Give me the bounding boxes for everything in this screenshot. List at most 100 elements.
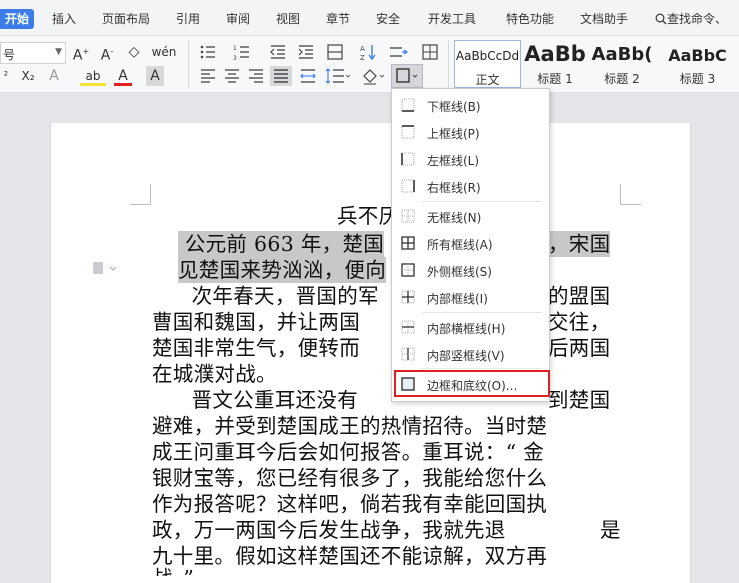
doc-line: 政，万一两国今后发生战争，我就先退 [152,518,506,542]
tab-review[interactable]: 审阅 [226,10,250,27]
menu-item-top-border[interactable]: 上框线(P) [392,119,549,145]
no-border-icon [400,208,416,224]
menu-item-inside-horizontal[interactable]: 内部横框线(H) [392,314,549,340]
superscript-icon[interactable]: ² [0,66,12,86]
tab-view[interactable]: 视图 [276,10,300,27]
menu-item-bottom-border[interactable]: 下框线(B) [392,92,549,118]
doc-line: 交往， [548,310,611,334]
doc-line: 成王问重耳今后会如何报答。重耳说：“ 金 [152,440,544,464]
menu-item-label: 内部横框线(H) [427,322,506,336]
menu-item-label: 内部竖框线(V) [427,349,505,363]
shading-fill-icon[interactable] [360,66,386,86]
increase-indent-icon[interactable] [296,42,316,62]
tab-developer[interactable]: 开发工具 [428,10,476,27]
menu-item-left-border[interactable]: 左框线(L) [392,146,549,172]
pinyin-guide-icon[interactable]: wén [150,42,178,62]
svg-text:1: 1 [233,45,237,52]
menu-item-label: 所有框线(A) [427,238,493,252]
style-name: 正文 [475,73,500,87]
left-border-icon [400,151,416,167]
font-color-icon[interactable]: A [114,66,132,86]
search-command[interactable]: 查找命令、 [655,10,727,28]
search-label: 查找命令、 [667,12,728,26]
sort-icon[interactable]: AZ [358,42,378,62]
text-direction-icon[interactable] [388,42,412,62]
margin-corner-mark [130,184,151,205]
svg-text:A: A [360,45,365,53]
font-size-select[interactable]: 号 ▼ [0,42,66,64]
doc-line: 的盟国 [548,284,611,308]
borders-button[interactable] [391,64,423,88]
tab-page-layout[interactable]: 页面布局 [102,10,150,27]
callout-highlight-box [394,370,550,397]
menu-item-no-border[interactable]: 无框线(N) [392,203,549,229]
menu-item-label: 下框线(B) [427,100,481,114]
menu-item-inside-vertical[interactable]: 内部竖框线(V) [392,341,549,367]
tab-references[interactable]: 引用 [176,10,200,27]
doc-line: 楚国非常生气，便转而 [152,336,360,360]
menu-bar: 开始 插入 页面布局 引用 审阅 视图 章节 安全 开发工具 特色功能 文档助手… [0,0,739,36]
menu-item-label: 外侧框线(S) [427,265,492,279]
align-center-icon[interactable] [222,66,242,86]
right-border-icon [400,178,416,194]
line-spacing-icon[interactable] [324,66,350,86]
inside-borders-icon [400,289,416,305]
style-heading-1[interactable]: AaBb 标题 1 [522,40,588,88]
style-heading-3[interactable]: AaBbC 标题 3 [656,40,739,88]
tab-insert[interactable]: 插入 [52,10,76,27]
menu-item-inside-borders[interactable]: 内部框线(I) [392,284,549,310]
style-sample: AaBb( [591,44,653,65]
grow-font-icon[interactable]: A+ [72,42,90,64]
distribute-icon[interactable] [298,66,318,86]
style-normal[interactable]: AaBbCcDd 正文 [454,40,521,88]
doc-line: 后两国 [548,336,611,360]
table-grid-icon[interactable] [420,42,440,62]
tab-chapter[interactable]: 章节 [326,10,350,27]
style-sample: AaBbC [668,46,727,65]
doc-line: ，宋国 [548,231,611,257]
tab-start[interactable]: 开始 [0,9,34,29]
menu-separator [422,312,542,313]
chinese-layout-icon[interactable] [325,42,345,62]
doc-line: 曹国和魏国，并让两国 [152,310,360,334]
style-heading-2[interactable]: AaBb( 标题 2 [588,40,656,88]
doc-line: 避难，并受到楚国成王的热情招待。当时楚 [152,414,548,438]
doc-line: 晋文公重耳还没有 [178,388,359,412]
inside-vertical-border-icon [400,346,416,362]
style-sample: AaBb [524,42,586,66]
menu-item-label: 右框线(R) [427,181,481,195]
ribbon-separator [188,40,189,88]
highlight-color-icon[interactable]: ab [80,66,106,86]
character-shading-icon[interactable]: A [146,66,164,86]
menu-separator [422,368,542,369]
menu-item-label: 内部框线(I) [427,292,488,306]
subscript-icon[interactable]: X₂ [18,66,38,86]
menu-item-right-border[interactable]: 右框线(R) [392,173,549,199]
text-effect-icon[interactable]: A [46,66,62,86]
numbered-list-icon[interactable]: 13 [232,42,252,62]
align-left-icon[interactable] [198,66,218,86]
tab-security[interactable]: 安全 [376,10,400,27]
menu-item-all-borders[interactable]: 所有框线(A) [392,230,549,256]
styles-gallery: AaBbCcDd 正文 AaBb 标题 1 AaBb( 标题 2 AaBbC 标… [452,40,739,90]
doc-line: 是 [600,518,621,542]
menu-separator [422,201,542,202]
align-right-icon[interactable] [246,66,266,86]
doc-line: 见楚国来势汹汹，便向 [178,257,386,283]
tab-features[interactable]: 特色功能 [506,10,554,27]
doc-line: 到楚国 [548,388,611,412]
doc-line: 九十里。假如这样楚国还不能谅解，双方再 [152,544,548,568]
decrease-indent-icon[interactable] [268,42,288,62]
paragraph-handle-icon[interactable] [90,259,120,279]
style-sample: AaBbCcDd [455,49,520,63]
clear-format-icon[interactable]: ◇ [125,42,143,62]
doc-line: 次年春天，晋国的军 [178,284,379,308]
menu-item-outside-borders[interactable]: 外侧框线(S) [392,257,549,283]
outside-borders-icon [400,262,416,278]
bullet-list-icon[interactable] [198,42,218,62]
shrink-font-icon[interactable]: A- [98,42,116,64]
justify-icon[interactable] [270,66,292,86]
doc-line: 银财宝等，您已经有很多了，我能给您什么 [152,466,548,490]
tab-doc-assistant[interactable]: 文档助手 [580,10,628,27]
doc-line: 公元前 663 年，楚国 [178,231,385,257]
